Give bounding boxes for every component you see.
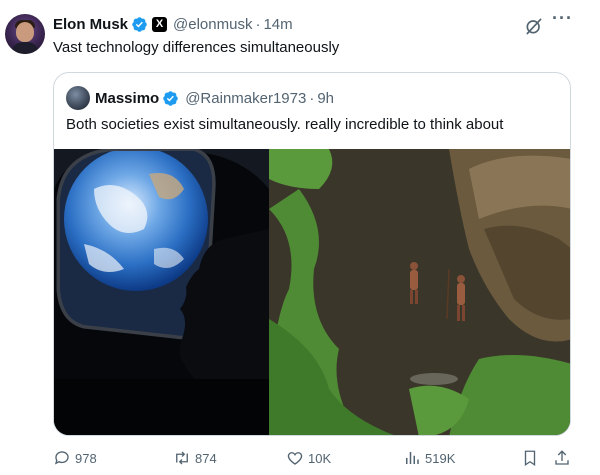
- earth-window-photo-icon: [54, 149, 269, 435]
- x-affiliate-badge-icon: X: [152, 16, 168, 32]
- tribe-aerial-photo-icon: [269, 149, 570, 435]
- repost-button[interactable]: 874: [173, 448, 217, 468]
- earth-window-photo[interactable]: [54, 149, 269, 435]
- author-name[interactable]: Elon Musk: [53, 16, 128, 33]
- author-avatar[interactable]: [5, 14, 45, 54]
- heart-icon: [287, 452, 303, 465]
- quoted-media: [54, 149, 570, 435]
- tweet-text: Vast technology differences simultaneous…: [53, 39, 340, 56]
- quoted-tweet[interactable]: Massimo @Rainmaker1973 · 9h Both societi…: [53, 72, 571, 436]
- bookmark-icon: [524, 450, 536, 467]
- quoted-tweet-header: Massimo @Rainmaker1973 · 9h: [66, 86, 334, 110]
- more-options-icon[interactable]: ···: [552, 9, 572, 32]
- grok-icon[interactable]: [524, 16, 544, 36]
- bookmark-button[interactable]: [521, 448, 543, 468]
- verified-badge-icon: [163, 90, 178, 106]
- repost-icon: [176, 451, 188, 465]
- quoted-tweet-timestamp[interactable]: 9h: [317, 90, 334, 107]
- avatar-face: [16, 22, 34, 42]
- tweet-timestamp[interactable]: 14m: [263, 16, 292, 33]
- like-count: 10K: [308, 450, 332, 466]
- views-button[interactable]: 519K: [403, 448, 455, 468]
- quoted-tweet-text: Both societies exist simultaneously. rea…: [66, 116, 504, 133]
- reply-button[interactable]: 978: [53, 448, 97, 468]
- tribe-aerial-photo[interactable]: [269, 149, 570, 435]
- like-button[interactable]: 10K: [286, 448, 331, 468]
- reply-icon: [54, 451, 69, 465]
- avatar-body: [11, 42, 39, 54]
- quoted-author-name[interactable]: Massimo: [95, 90, 159, 107]
- author-handle[interactable]: @elonmusk: [173, 16, 252, 33]
- separator-dot: ·: [255, 15, 261, 33]
- quoted-author-avatar[interactable]: [66, 86, 90, 110]
- tweet-actions: 978 874 10K 519K: [53, 448, 573, 468]
- reply-count: 978: [75, 450, 97, 466]
- verified-badge-icon: [132, 16, 147, 32]
- views-bar-chart-icon: [406, 452, 419, 464]
- share-button[interactable]: [553, 448, 575, 468]
- quoted-author-handle[interactable]: @Rainmaker1973: [185, 90, 306, 107]
- views-count: 519K: [425, 450, 456, 466]
- separator-dot: ·: [309, 89, 315, 107]
- tweet-header: Elon Musk X @elonmusk · 14m: [53, 14, 293, 34]
- repost-count: 874: [195, 450, 217, 466]
- tweet[interactable]: Elon Musk X @elonmusk · 14m ··· Vast tec…: [0, 0, 600, 475]
- share-icon: [555, 450, 569, 465]
